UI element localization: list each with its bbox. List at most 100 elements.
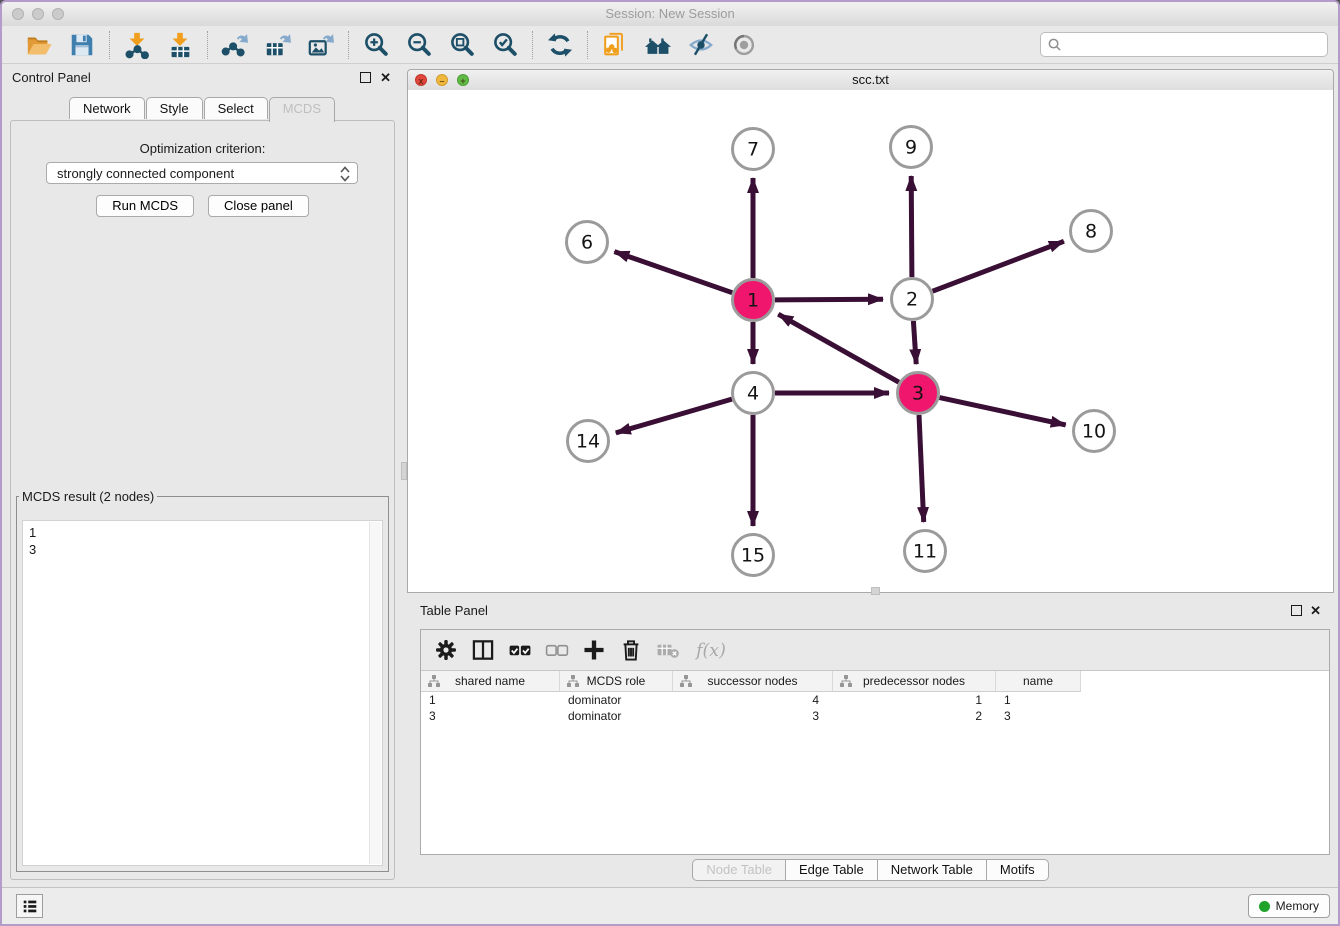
column-header-MCDS-role[interactable]: MCDS role — [560, 671, 673, 691]
table-cell: 3 — [996, 709, 1080, 723]
graph-node-6[interactable]: 6 — [567, 222, 608, 263]
birds-eye-icon[interactable] — [730, 31, 758, 59]
columns-icon[interactable] — [470, 637, 496, 663]
apply-layout-icon[interactable] — [546, 31, 574, 59]
table-cell: 1 — [833, 693, 996, 707]
graph-edge-3-1[interactable] — [778, 314, 899, 382]
graph-edge-3-10[interactable] — [940, 398, 1066, 425]
add-icon[interactable] — [581, 637, 607, 663]
horizontal-splitter-handle[interactable] — [871, 587, 880, 595]
network-maximize-icon[interactable]: + — [457, 74, 469, 86]
column-header-predecessor-nodes[interactable]: predecessor nodes — [833, 671, 996, 691]
zoom-selected-icon[interactable] — [491, 31, 519, 59]
trash-icon[interactable] — [618, 637, 644, 663]
memory-button[interactable]: Memory — [1248, 894, 1330, 918]
graph-edge-1-2[interactable] — [775, 299, 883, 300]
maximize-window-icon[interactable] — [52, 8, 64, 20]
control-panel-tabs: NetworkStyleSelectMCDS — [2, 97, 403, 122]
tab-edge-table[interactable]: Edge Table — [786, 859, 878, 881]
search-input[interactable] — [1066, 36, 1321, 53]
column-label: predecessor nodes — [863, 674, 965, 688]
clear-all-columns-icon[interactable] — [544, 637, 570, 663]
fx-icon: f(x) — [692, 637, 728, 663]
graph-node-14[interactable]: 14 — [568, 421, 609, 462]
close-panel-button[interactable]: Close panel — [208, 195, 309, 217]
svg-text:10: 10 — [1082, 421, 1106, 443]
zoom-in-icon[interactable] — [362, 31, 390, 59]
minimize-window-icon[interactable] — [32, 8, 44, 20]
tab-network-table[interactable]: Network Table — [878, 859, 987, 881]
graph-edge-2-8[interactable] — [933, 241, 1064, 291]
tab-style[interactable]: Style — [146, 97, 203, 119]
window-title: Session: New Session — [2, 2, 1338, 26]
graph-node-3[interactable]: 3 — [898, 373, 939, 414]
column-header-shared-name[interactable]: shared name — [421, 671, 560, 691]
graph-node-8[interactable]: 8 — [1071, 211, 1112, 252]
run-mcds-button[interactable]: Run MCDS — [96, 195, 194, 217]
tab-network[interactable]: Network — [69, 97, 145, 119]
graph-node-9[interactable]: 9 — [891, 127, 932, 168]
tab-select[interactable]: Select — [204, 97, 268, 119]
svg-text:2: 2 — [906, 289, 918, 311]
import-network-icon[interactable] — [123, 31, 151, 59]
graph-node-10[interactable]: 10 — [1074, 411, 1115, 452]
graph-edge-4-14[interactable] — [616, 399, 732, 433]
criterion-select[interactable]: strongly connected component — [46, 162, 358, 184]
graph-node-1[interactable]: 1 — [733, 280, 774, 321]
table-float-panel-icon[interactable] — [1291, 605, 1302, 616]
tab-node-table[interactable]: Node Table — [692, 859, 786, 881]
graph-node-2[interactable]: 2 — [892, 279, 933, 320]
home-icon[interactable] — [644, 31, 672, 59]
control-panel-title: Control Panel — [12, 70, 91, 85]
task-history-button[interactable] — [16, 894, 43, 918]
graph-node-11[interactable]: 11 — [905, 531, 946, 572]
column-label: MCDS role — [587, 674, 646, 688]
svg-text:7: 7 — [747, 139, 759, 161]
graphics-details-icon[interactable] — [687, 31, 715, 59]
table-row[interactable]: 1dominator411 — [421, 692, 1329, 708]
table-cell: 1 — [996, 693, 1080, 707]
float-panel-icon[interactable] — [360, 72, 371, 83]
tab-motifs[interactable]: Motifs — [987, 859, 1049, 881]
search-box[interactable] — [1040, 32, 1328, 57]
table-close-panel-icon[interactable]: ✕ — [1310, 604, 1321, 617]
network-canvas[interactable]: 7 9 6 8 1 2 4 3 14 10 15 11 — [408, 90, 1333, 592]
close-window-icon[interactable] — [12, 8, 24, 20]
table-tabs: Node TableEdge TableNetwork TableMotifs — [407, 859, 1334, 881]
zoom-fit-icon[interactable] — [448, 31, 476, 59]
svg-text:9: 9 — [905, 137, 917, 159]
column-header-name[interactable]: name — [996, 671, 1080, 691]
mcds-panel: Optimization criterion: strongly connect… — [10, 120, 395, 880]
graph-node-15[interactable]: 15 — [733, 535, 774, 576]
network-minimize-icon[interactable]: – — [436, 74, 448, 86]
graph-node-7[interactable]: 7 — [733, 129, 774, 170]
close-panel-icon[interactable]: ✕ — [380, 71, 391, 84]
open-session-icon[interactable] — [25, 31, 53, 59]
svg-text:f(x): f(x) — [694, 641, 726, 661]
graph-node-4[interactable]: 4 — [733, 373, 774, 414]
select-all-columns-icon[interactable] — [507, 637, 533, 663]
table-rows: 1dominator4113dominator323 — [421, 692, 1329, 724]
vertical-splitter-handle[interactable] — [401, 462, 407, 480]
graph-edge-1-6[interactable] — [614, 252, 732, 293]
table-row[interactable]: 3dominator323 — [421, 708, 1329, 724]
mcds-result-scrollbar[interactable] — [369, 522, 381, 864]
right-column: x – + scc.txt 7968124314101511 Table Pan… — [407, 64, 1336, 888]
graph-edge-2-3[interactable] — [913, 321, 916, 364]
export-table-icon[interactable] — [264, 31, 292, 59]
export-image-icon[interactable] — [307, 31, 335, 59]
svg-text:15: 15 — [741, 545, 765, 567]
save-session-icon[interactable] — [68, 31, 96, 59]
zoom-out-icon[interactable] — [405, 31, 433, 59]
graph-edge-2-9[interactable] — [911, 176, 912, 277]
search-icon — [1047, 37, 1062, 52]
mcds-result-legend: MCDS result (2 nodes) — [19, 489, 157, 504]
tab-mcds[interactable]: MCDS — [269, 97, 335, 122]
column-header-successor-nodes[interactable]: successor nodes — [673, 671, 833, 691]
export-network-icon[interactable] — [221, 31, 249, 59]
network-close-icon[interactable]: x — [415, 74, 427, 86]
import-table-icon[interactable] — [166, 31, 194, 59]
graph-edge-3-11[interactable] — [919, 415, 924, 522]
gear-icon[interactable] — [433, 637, 459, 663]
clone-network-icon[interactable] — [601, 31, 629, 59]
